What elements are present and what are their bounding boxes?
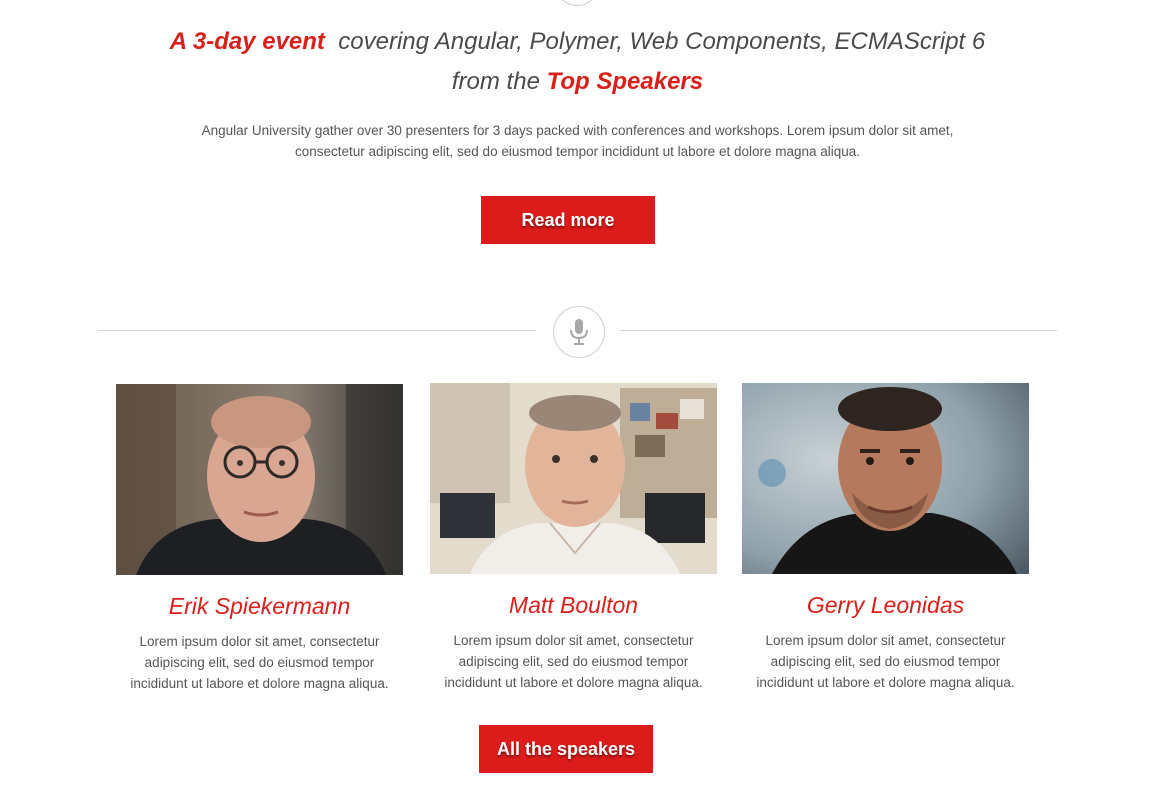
all-speakers-button[interactable]: All the speakers [479, 725, 653, 773]
speaker-bio: Lorem ipsum dolor sit amet, consectetur … [756, 633, 1015, 690]
intro-paragraph: Angular University gather over 30 presen… [201, 123, 954, 159]
speaker-name[interactable]: Erik Spiekermann [116, 591, 403, 621]
divider-line-right [620, 330, 1057, 331]
speaker-photo[interactable] [116, 384, 403, 575]
headline-from: from the [451, 68, 540, 95]
divider-line-left [98, 330, 536, 331]
speaker-name[interactable]: Matt Boulton [430, 590, 717, 620]
read-more-button[interactable]: Read more [481, 196, 655, 244]
speaker-photo[interactable] [742, 383, 1029, 574]
speaker-bio: Lorem ipsum dolor sit amet, consectetur … [130, 634, 389, 691]
speaker-card: Gerry Leonidas Lorem ipsum dolor sit ame… [742, 383, 1029, 693]
microphone-icon [553, 306, 605, 358]
top-section-icon-circle [553, 0, 601, 6]
headline-line-1: A 3-day event covering Angular, Polymer,… [0, 22, 1155, 62]
headline-accent: A 3-day event [169, 28, 325, 55]
speaker-bio: Lorem ipsum dolor sit amet, consectetur … [444, 633, 703, 690]
headline-line-2: from the Top Speakers [0, 62, 1155, 102]
speaker-card: Erik Spiekermann Lorem ipsum dolor sit a… [116, 384, 403, 694]
headline-accent-speakers: Top Speakers [546, 68, 704, 95]
hero-headline: A 3-day event covering Angular, Polymer,… [0, 22, 1155, 102]
speaker-name[interactable]: Gerry Leonidas [742, 590, 1029, 620]
speaker-photo[interactable] [430, 383, 717, 574]
headline-middle: covering Angular, Polymer, Web Component… [338, 28, 986, 55]
speaker-card: Matt Boulton Lorem ipsum dolor sit amet,… [430, 383, 717, 693]
